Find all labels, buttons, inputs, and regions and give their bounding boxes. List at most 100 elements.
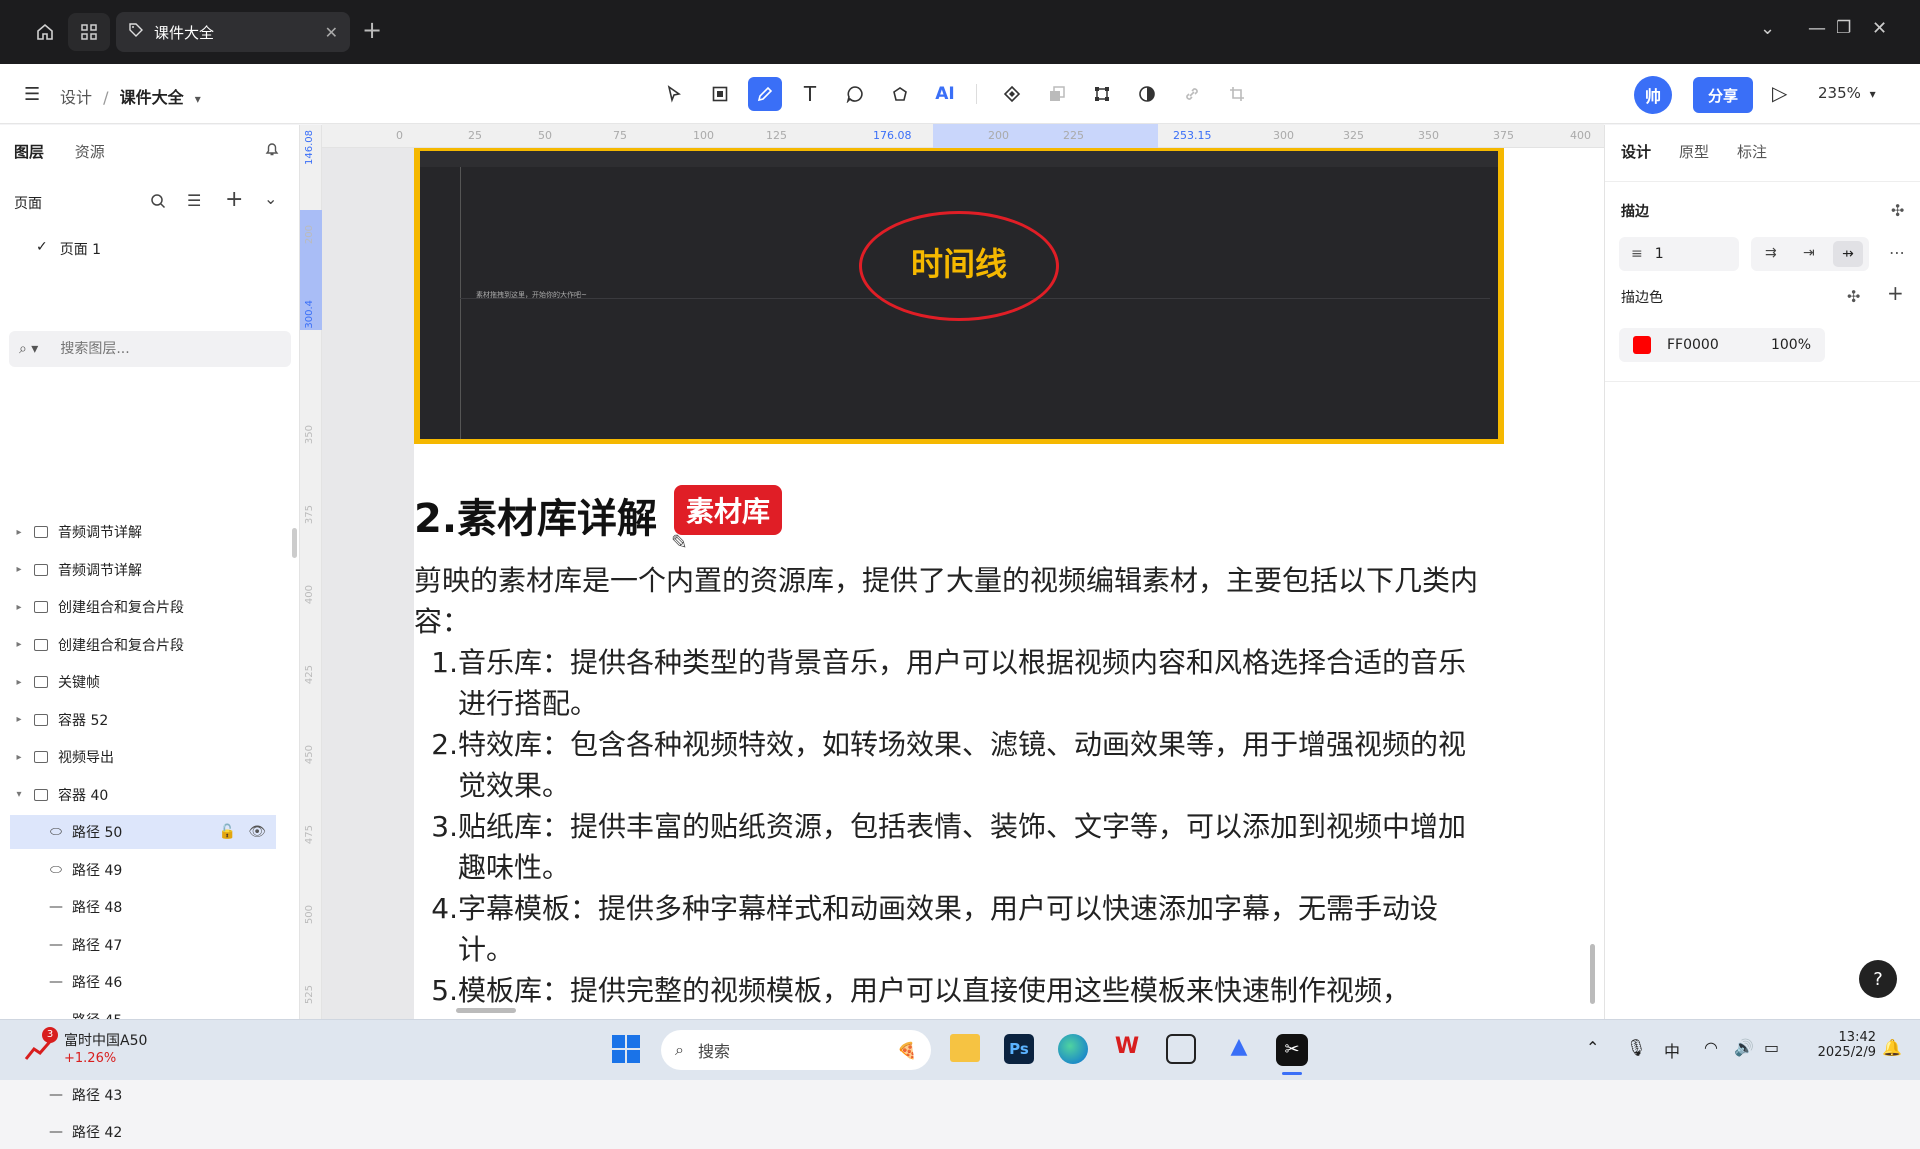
transform-icon[interactable] (1085, 77, 1119, 111)
lock-icon[interactable]: 🔓 (219, 824, 236, 840)
layer-row[interactable]: — 路径 48 (10, 890, 276, 924)
tab-design[interactable]: 设计 (1621, 141, 1651, 162)
wifi-icon[interactable]: ◠ (1704, 1038, 1718, 1057)
help-button[interactable]: ? (1859, 960, 1897, 998)
caret-down-icon[interactable]: ▾ (10, 789, 28, 800)
camera-app-icon[interactable] (1166, 1034, 1196, 1064)
crop-icon[interactable] (1220, 77, 1254, 111)
apps-grid-icon[interactable] (68, 13, 110, 51)
ai-tool-icon[interactable]: AI (928, 77, 962, 111)
caret-right-icon[interactable]: ▸ (10, 677, 28, 688)
zoom-dropdown[interactable]: 235% ▾ (1818, 84, 1876, 102)
chevron-down-icon[interactable]: ⌄ (1760, 18, 1775, 39)
layer-row[interactable]: ▸ 音频调节详解 (10, 553, 276, 587)
more-icon[interactable]: ⋯ (1889, 243, 1905, 262)
photoshop-icon[interactable]: Ps (1004, 1034, 1034, 1064)
caret-right-icon[interactable]: ▸ (10, 714, 28, 725)
add-page-icon[interactable]: + (225, 187, 243, 212)
library-badge[interactable]: 素材库 (674, 485, 783, 535)
comment-tool-icon[interactable] (838, 77, 872, 111)
layer-row[interactable]: ⬭ 路径 50 🔓 👁 (10, 815, 276, 849)
layer-row[interactable]: ▸ 视频导出 (10, 740, 276, 774)
stroke-outside-icon[interactable]: ⇸ (1833, 241, 1863, 267)
stroke-opacity[interactable]: 100% (1771, 337, 1811, 353)
stroke-center-icon[interactable]: ⇥ (1803, 245, 1815, 261)
horizontal-scrollbar[interactable] (456, 1008, 516, 1013)
windows-start-icon[interactable] (611, 1034, 641, 1068)
stroke-hex[interactable]: FF0000 (1667, 337, 1719, 353)
minimize-icon[interactable]: — (1808, 18, 1826, 39)
stroke-color-field[interactable]: FF0000 100% (1619, 328, 1825, 362)
tab-annotate[interactable]: 标注 (1737, 141, 1767, 162)
vertical-scrollbar[interactable] (1590, 944, 1595, 1004)
file-explorer-icon[interactable] (950, 1034, 980, 1062)
chevron-up-icon[interactable]: ⌃ (1586, 1038, 1599, 1057)
new-tab-icon[interactable]: + (362, 16, 382, 44)
scrollbar[interactable] (292, 528, 297, 558)
battery-icon[interactable]: ▭ (1764, 1038, 1779, 1057)
caret-right-icon[interactable]: ▸ (10, 564, 28, 575)
move-tool-icon[interactable] (657, 77, 691, 111)
chevron-down-icon[interactable]: ▾ (195, 92, 201, 106)
layer-row[interactable]: ▸ 音频调节详解 (10, 515, 276, 549)
add-stroke-icon[interactable]: + (1887, 281, 1904, 305)
volume-icon[interactable]: 🔊 (1734, 1038, 1754, 1057)
mask-icon[interactable] (1130, 77, 1164, 111)
edge-icon[interactable] (1058, 1034, 1088, 1064)
style-icon[interactable]: ✣ (1891, 201, 1904, 220)
clock[interactable]: 13:42 2025/2/9 (1812, 1030, 1876, 1060)
taskbar-search[interactable]: ⌕ 搜索 🍕 (661, 1030, 931, 1070)
frame-tool-icon[interactable] (703, 77, 737, 111)
design-app-icon[interactable]: ▲ (1224, 1034, 1254, 1064)
plugin-tool-icon[interactable] (883, 77, 917, 111)
tab-prototype[interactable]: 原型 (1679, 141, 1709, 162)
stock-name[interactable]: 富时中国A50 (64, 1030, 147, 1050)
bell-icon[interactable] (264, 141, 280, 161)
layer-row[interactable]: ▸ 创建组合和复合片段 (10, 590, 276, 624)
avatar[interactable]: 帅 (1634, 76, 1672, 114)
close-window-icon[interactable]: ✕ (1872, 18, 1887, 39)
chevron-down-icon[interactable]: ⌄ (264, 189, 277, 208)
search-icon[interactable] (150, 193, 166, 213)
notification-icon[interactable]: 🔔 (1882, 1038, 1902, 1057)
page-item[interactable]: ✓ 页面 1 (36, 239, 101, 259)
stroke-inside-icon[interactable]: ⇉ (1765, 245, 1777, 261)
layer-row[interactable]: — 路径 47 (10, 928, 276, 962)
ime-indicator[interactable]: 中 (1664, 1038, 1680, 1062)
caret-right-icon[interactable]: ▸ (10, 752, 28, 763)
caret-right-icon[interactable]: ▸ (10, 602, 28, 613)
share-button[interactable]: 分享 (1693, 77, 1753, 113)
layer-row[interactable]: ▸ 关键帧 (10, 665, 276, 699)
caret-right-icon[interactable]: ▸ (10, 639, 28, 650)
layer-search[interactable]: ⌕ ▾ (9, 331, 291, 367)
layer-row[interactable]: ▾ 容器 40 (10, 778, 276, 812)
design-canvas[interactable]: 素材拖拽到这里，开始你的大作吧~ 时间线 2.素材库详解 素材库 ✎ 剪映的素材… (322, 148, 1604, 1019)
layer-row[interactable]: ▸ 创建组合和复合片段 (10, 628, 276, 662)
component-icon[interactable] (995, 77, 1029, 111)
play-icon[interactable]: ▷ (1772, 81, 1787, 105)
home-icon[interactable] (24, 13, 66, 51)
breadcrumb-root[interactable]: 设计 (60, 88, 92, 107)
layer-search-input[interactable] (60, 341, 261, 357)
document-tab[interactable]: 课件大全 ✕ (116, 12, 350, 52)
tab-layers[interactable]: 图层 (14, 143, 44, 161)
caret-right-icon[interactable]: ▸ (10, 527, 28, 538)
microphone-icon[interactable]: 🎙 (1626, 1038, 1646, 1057)
layer-row[interactable]: ⬭ 路径 49 (10, 853, 276, 887)
layer-row[interactable]: — 路径 43 (10, 1078, 276, 1112)
wps-icon[interactable]: W (1112, 1034, 1142, 1064)
capcut-icon[interactable]: ✂ (1276, 1034, 1308, 1066)
boolean-icon[interactable] (1040, 77, 1074, 111)
layer-row[interactable]: — 路径 46 (10, 965, 276, 999)
breadcrumb-file[interactable]: 课件大全 (120, 88, 184, 107)
sort-icon[interactable]: ☰ (187, 191, 201, 210)
stroke-width-field[interactable]: ≡ 1 (1619, 237, 1739, 271)
close-tab-icon[interactable]: ✕ (325, 23, 338, 42)
pen-tool-icon[interactable] (748, 77, 782, 111)
menu-icon[interactable]: ☰ (24, 84, 40, 105)
layer-row[interactable]: — 路径 42 (10, 1115, 276, 1149)
layer-row[interactable]: ▸ 容器 52 (10, 703, 276, 737)
restore-icon[interactable]: ❐ (1836, 18, 1851, 38)
tab-assets[interactable]: 资源 (75, 143, 105, 161)
color-swatch[interactable] (1633, 336, 1651, 354)
